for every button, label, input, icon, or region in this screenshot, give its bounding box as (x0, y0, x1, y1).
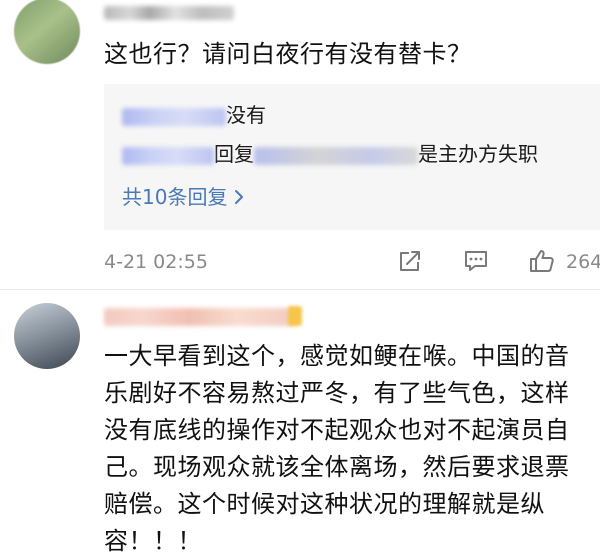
reply-username-blurred[interactable] (122, 146, 214, 165)
like-icon[interactable] (528, 247, 556, 275)
more-replies-link[interactable]: 共10条回复 (122, 182, 245, 212)
reply-preview-box[interactable]: 没有 回复 是主办方失职 共10条回复 (104, 84, 600, 230)
reply-item[interactable]: 回复 是主办方失职 (122, 139, 538, 169)
username-blurred[interactable] (104, 6, 234, 20)
username-blurred[interactable] (104, 308, 294, 326)
reply-text: 是主办方失职 (418, 142, 538, 166)
comment-text: 这也行？请问白夜行有没有替卡？ (104, 40, 472, 68)
reply-target-blurred[interactable] (254, 146, 418, 165)
reply-username-blurred[interactable] (122, 107, 226, 126)
comment-icon[interactable] (462, 247, 490, 275)
reply-label: 回复 (214, 142, 254, 166)
avatar[interactable] (14, 303, 80, 369)
comment-item: 一大早看到这个，感觉如鲠在喉。中国的音乐剧好不容易熬过严冬，有了些气色，这样没有… (0, 290, 600, 560)
reply-item[interactable]: 没有 (122, 100, 266, 130)
avatar[interactable] (14, 0, 80, 64)
timestamp: 4-21 02:55 (104, 251, 208, 273)
comment-text: 一大早看到这个，感觉如鲠在喉。中国的音乐剧好不容易熬过严冬，有了些气色，这样没有… (104, 342, 570, 555)
comment-item: 这也行？请问白夜行有没有替卡？ 没有 回复 是主办方失职 共10条回复 4-21 … (0, 0, 600, 290)
reply-text: 没有 (226, 103, 266, 127)
chevron-right-icon (233, 182, 245, 212)
vip-badge-icon (288, 306, 302, 326)
like-count: 264 (566, 251, 600, 273)
more-replies-label: 共10条回复 (122, 185, 228, 209)
share-icon[interactable] (396, 247, 424, 275)
